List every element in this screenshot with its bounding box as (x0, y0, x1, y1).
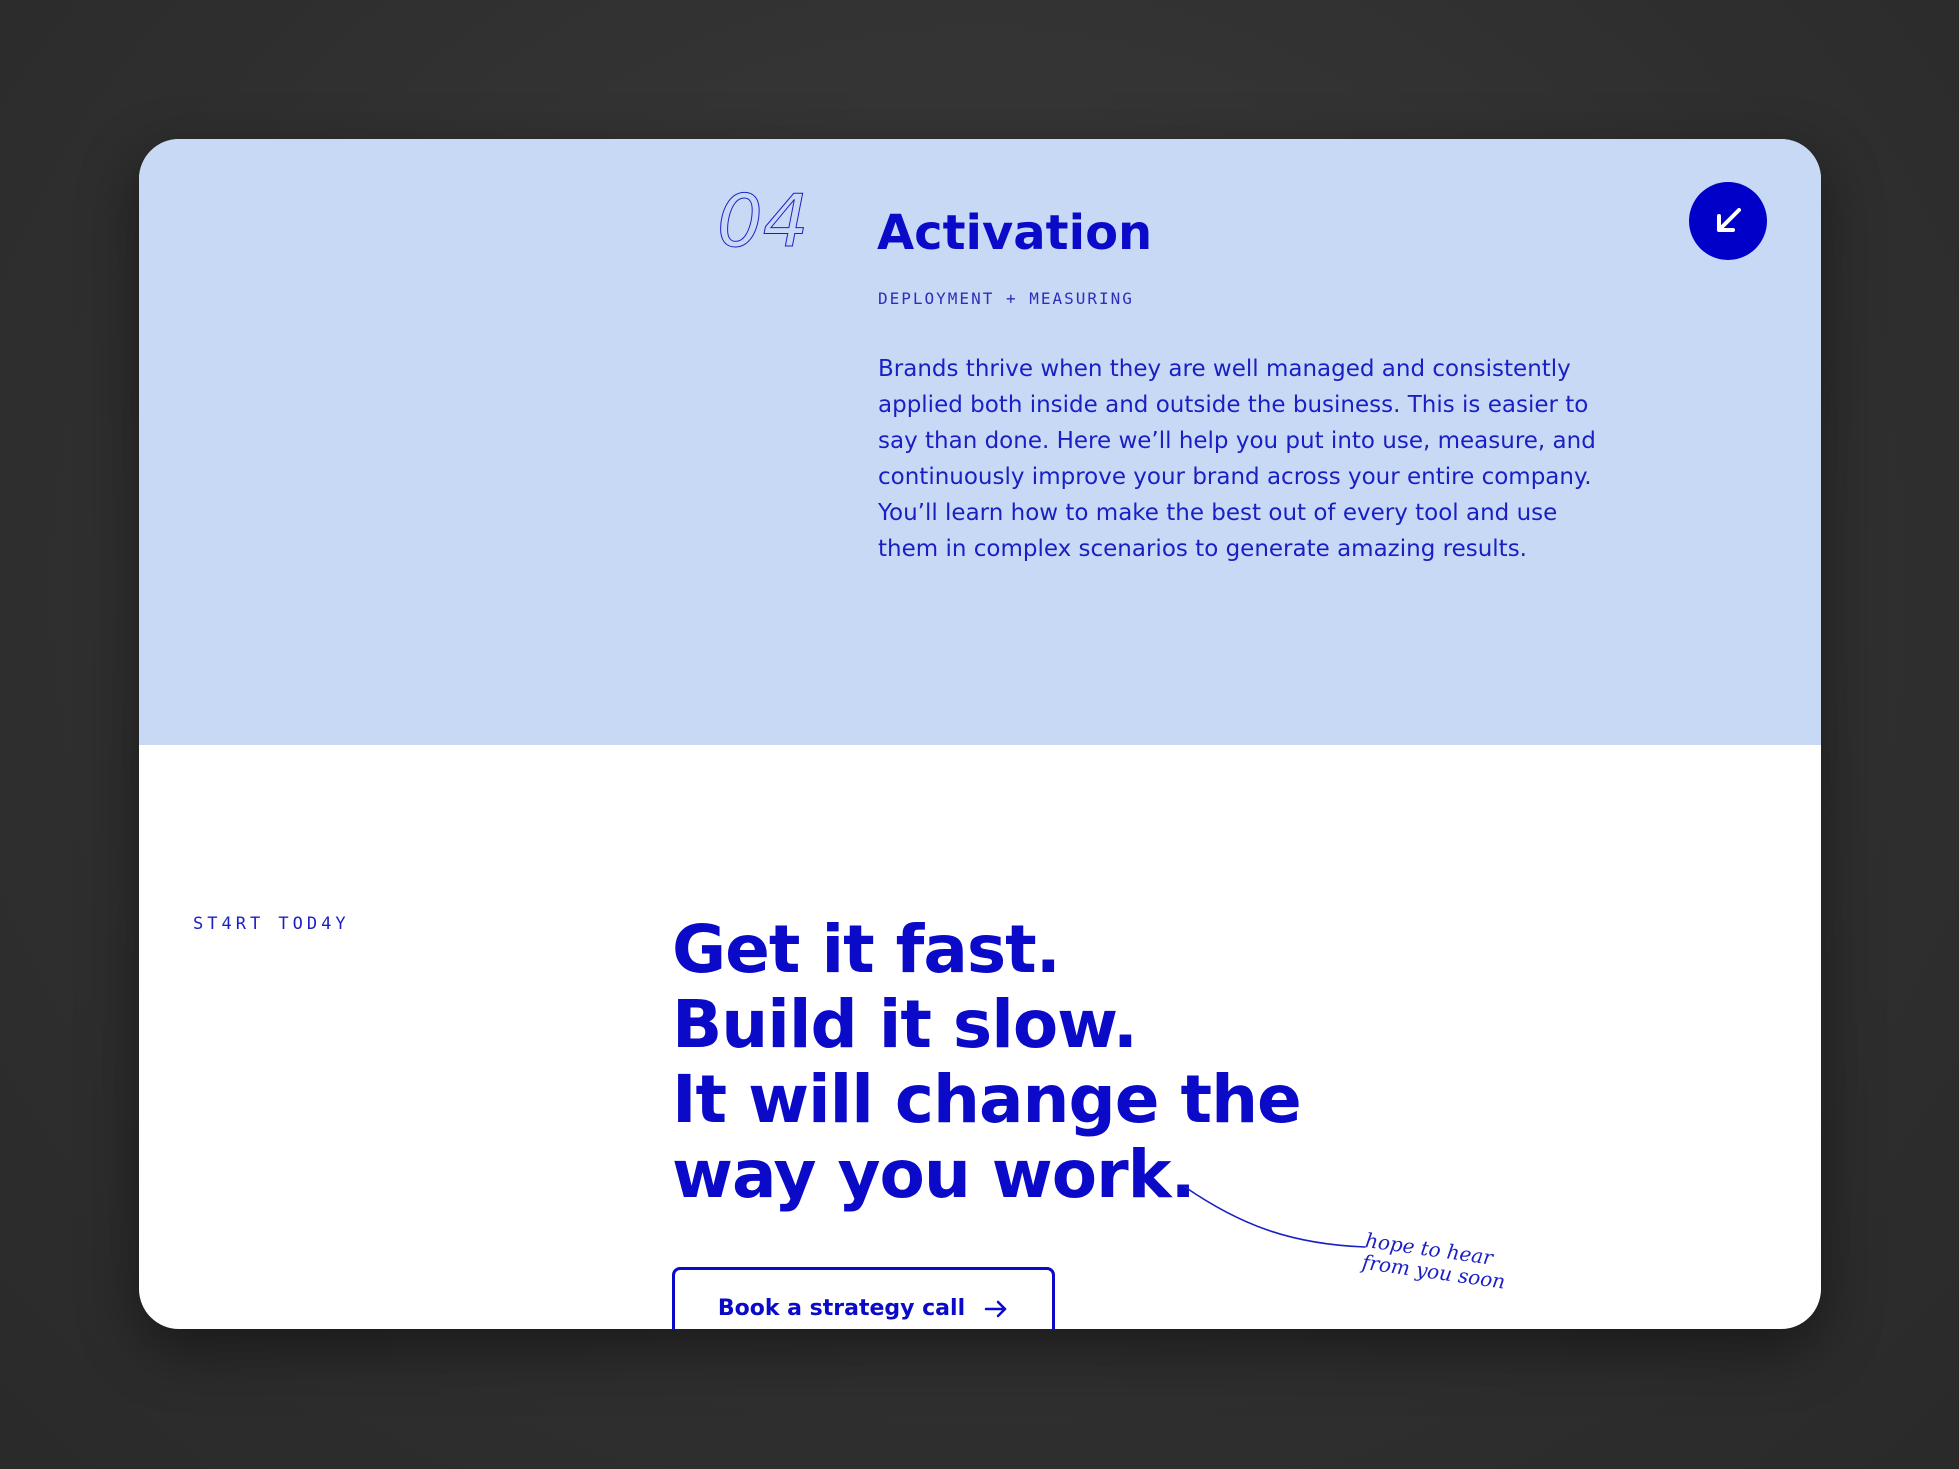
headline-line: Get it fast. (672, 911, 1061, 988)
button-label: Book a strategy call (717, 1296, 966, 1321)
eyebrow-label: ST4RT TOD4Y (193, 914, 350, 934)
page-card: 04 Activation DEPLOYMENT + MEASURING Bra… (139, 139, 1821, 1329)
step-subtitle: DEPLOYMENT + MEASURING (878, 289, 1134, 308)
cta-headline: Get it fast. Build it slow. It will chan… (672, 912, 1372, 1212)
step-panel: 04 Activation DEPLOYMENT + MEASURING Bra… (139, 139, 1821, 745)
arrow-down-left-icon (1717, 208, 1741, 232)
headline-line: It will change the (672, 1061, 1302, 1138)
step-description: Brands thrive when they are well managed… (878, 356, 1596, 562)
handwritten-note: hope to hear from you soon (1361, 1228, 1510, 1294)
book-strategy-call-button[interactable]: Book a strategy call (672, 1267, 1055, 1329)
handwritten-curve (1184, 1186, 1366, 1248)
arrow-right-icon (984, 1300, 1007, 1318)
step-title: Activation (877, 205, 1153, 261)
headline-line: Build it slow. (672, 986, 1138, 1063)
step-number: 04 (717, 179, 810, 264)
collapse-toggle-button[interactable] (1689, 182, 1767, 260)
